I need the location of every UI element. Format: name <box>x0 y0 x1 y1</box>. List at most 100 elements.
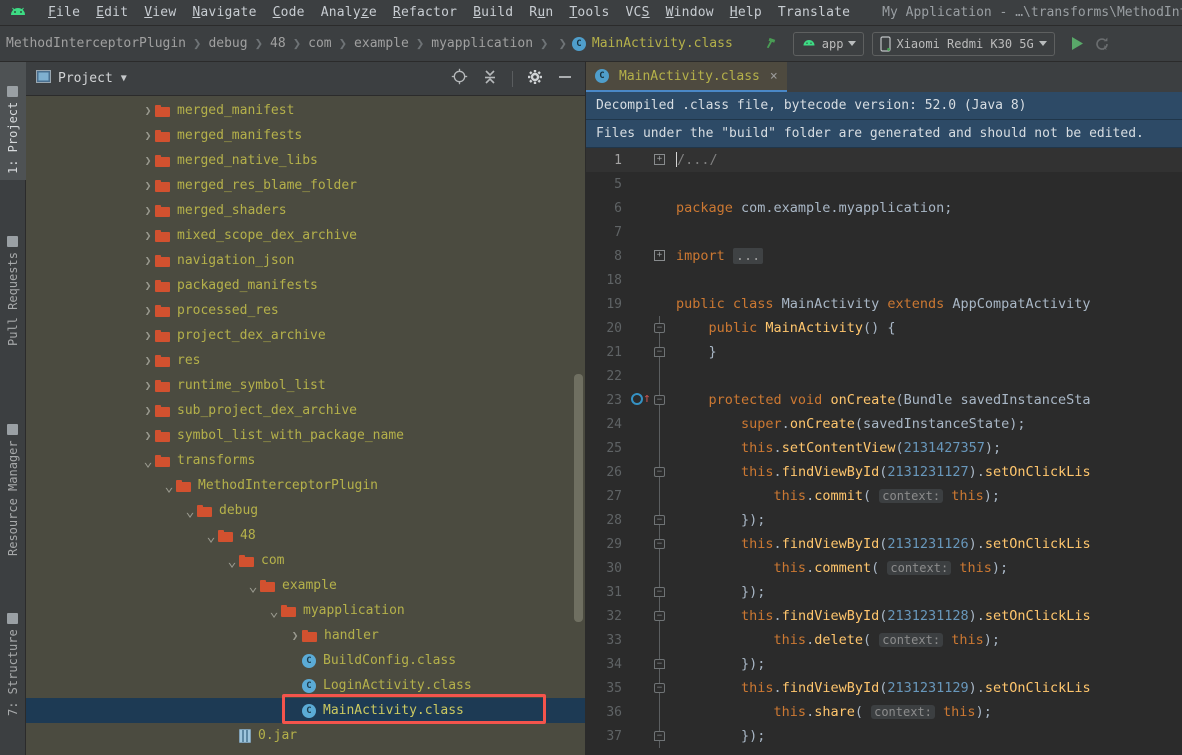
project-tree[interactable]: ❯ merged_manifest ❯ merged_manifests ❯ merged… <box>26 96 585 755</box>
chevron-right-icon[interactable]: ❯ <box>141 404 155 417</box>
tree-node-symbol-list-with-package-name[interactable]: ❯ symbol_list_with_package_name <box>26 423 585 448</box>
collapse-all-icon[interactable] <box>482 69 498 89</box>
device-selector[interactable]: Xiaomi Redmi K30 5G <box>872 31 1055 56</box>
tree-node-navigation-json[interactable]: ❯ navigation_json <box>26 248 585 273</box>
fold-collapse-icon[interactable]: − <box>654 611 665 621</box>
tree-node-merged-native-libs[interactable]: ❯ merged_native_libs <box>26 148 585 173</box>
chevron-right-icon[interactable]: ❯ <box>141 279 155 292</box>
fold-gutter[interactable]: − <box>650 580 670 604</box>
tree-node-merged-manifests[interactable]: ❯ merged_manifests <box>26 123 585 148</box>
code-line[interactable]: 22 <box>586 364 1182 388</box>
chevron-right-icon[interactable]: ❯ <box>141 304 155 317</box>
tree-node-myapplication[interactable]: ⌄ myapplication <box>26 598 585 623</box>
tree-node-merged-res-blame-folder[interactable]: ❯ merged_res_blame_folder <box>26 173 585 198</box>
fold-gutter[interactable]: − <box>650 652 670 676</box>
fold-gutter[interactable]: + <box>650 148 670 172</box>
chevron-right-icon[interactable]: ❯ <box>141 379 155 392</box>
tree-node-loginactivity-class[interactable]: C LoginActivity.class <box>26 673 585 698</box>
chevron-down-icon[interactable]: ⌄ <box>162 477 176 495</box>
code-line[interactable]: 20 − public MainActivity() { <box>586 316 1182 340</box>
tool-tab-pull-requests[interactable]: Pull Requests <box>0 212 26 352</box>
chevron-down-icon[interactable]: ⌄ <box>267 602 281 620</box>
code-line[interactable]: 31 − }); <box>586 580 1182 604</box>
code-line[interactable]: 34 − }); <box>586 652 1182 676</box>
tree-node-mixed-scope-dex-archive[interactable]: ❯ mixed_scope_dex_archive <box>26 223 585 248</box>
menu-item-translate[interactable]: Translate <box>770 3 858 22</box>
menu-item-view[interactable]: View <box>136 3 184 22</box>
menu-item-refactor[interactable]: Refactor <box>385 3 465 22</box>
tree-node-mainactivity-class[interactable]: C MainActivity.class <box>26 698 585 723</box>
code-line[interactable]: 29 − this.findViewById(2131231126).setOnC… <box>586 532 1182 556</box>
code-line[interactable]: 30 this.comment( context: this); <box>586 556 1182 580</box>
fold-collapse-icon[interactable]: − <box>654 539 665 549</box>
menu-item-run[interactable]: Run <box>521 3 561 22</box>
tool-tab-structure[interactable]: 7: Structure <box>0 592 26 722</box>
tree-node-project-dex-archive[interactable]: ❯ project_dex_archive <box>26 323 585 348</box>
chevron-right-icon[interactable]: ❯ <box>141 204 155 217</box>
code-line[interactable]: 5 <box>586 172 1182 196</box>
code-line[interactable]: 7 <box>586 220 1182 244</box>
fold-collapse-end-icon[interactable]: − <box>654 515 665 525</box>
tree-node-merged-manifest[interactable]: ❯ merged_manifest <box>26 98 585 123</box>
hammer-icon[interactable] <box>759 32 787 56</box>
code-line[interactable]: 37 − }); <box>586 724 1182 748</box>
breadcrumb-item-com[interactable]: com <box>306 36 333 51</box>
override-marker-icon[interactable]: ↑ <box>628 388 651 412</box>
tree-node-buildconfig-class[interactable]: C BuildConfig.class <box>26 648 585 673</box>
fold-collapse-end-icon[interactable]: − <box>654 659 665 669</box>
chevron-right-icon[interactable]: ❯ <box>141 429 155 442</box>
tree-node-example[interactable]: ⌄ example <box>26 573 585 598</box>
menu-item-analyze[interactable]: Analyze <box>313 3 385 22</box>
code-line[interactable]: 8 + import ... <box>586 244 1182 268</box>
fold-gutter[interactable]: − <box>650 676 670 700</box>
fold-gutter[interactable]: − <box>650 340 670 364</box>
chevron-right-icon[interactable]: ❯ <box>141 229 155 242</box>
code-line[interactable]: 19 public class MainActivity extends AppC… <box>586 292 1182 316</box>
fold-collapse-icon[interactable]: − <box>654 683 665 693</box>
chevron-down-icon[interactable]: ⌄ <box>246 577 260 595</box>
tree-node-res[interactable]: ❯ res <box>26 348 585 373</box>
tool-tab-project[interactable]: 1: Project <box>0 62 26 180</box>
code-line[interactable]: 6 package com.example.myapplication; <box>586 196 1182 220</box>
code-line[interactable]: 36 this.share( context: this); <box>586 700 1182 724</box>
fold-gutter[interactable]: − <box>650 388 670 412</box>
tree-node-methodinterceptorplugin[interactable]: ⌄ MethodInterceptorPlugin <box>26 473 585 498</box>
code-line[interactable]: 32 − this.findViewById(2131231128).setOnC… <box>586 604 1182 628</box>
tool-tab-favorites[interactable]: Favorites <box>0 742 26 755</box>
chevron-down-icon[interactable]: ⌄ <box>183 502 197 520</box>
close-icon[interactable]: × <box>770 69 778 84</box>
tree-node-processed-res[interactable]: ❯ processed_res <box>26 298 585 323</box>
rerun-icon[interactable]: A <box>1089 32 1115 56</box>
fold-collapse-end-icon[interactable]: − <box>654 347 665 357</box>
menu-item-tools[interactable]: Tools <box>561 3 617 22</box>
chevron-down-icon[interactable]: ⌄ <box>225 552 239 570</box>
fold-expand-icon[interactable]: + <box>654 250 665 261</box>
tree-node-packaged-manifests[interactable]: ❯ packaged_manifests <box>26 273 585 298</box>
settings-gear-icon[interactable] <box>527 69 543 89</box>
code-viewer[interactable]: 1 + /.../ 5 6 package com.example.myapplicati… <box>586 148 1182 755</box>
code-line[interactable]: 24 super.onCreate(savedInstanceState); <box>586 412 1182 436</box>
breadcrumb-item-example[interactable]: example <box>352 36 411 51</box>
breadcrumb-item-methodinterceptorplugin[interactable]: MethodInterceptorPlugin <box>4 36 188 51</box>
chevron-right-icon[interactable]: ❯ <box>141 329 155 342</box>
fold-collapse-icon[interactable]: − <box>654 323 665 333</box>
tree-node-sub-project-dex-archive[interactable]: ❯ sub_project_dex_archive <box>26 398 585 423</box>
chevron-right-icon[interactable]: ❯ <box>141 104 155 117</box>
code-line[interactable]: 33 this.delete( context: this); <box>586 628 1182 652</box>
run-play-icon[interactable] <box>1065 32 1089 56</box>
code-line[interactable]: 26 − this.findViewById(2131231127).setOnC… <box>586 460 1182 484</box>
tool-tab-resource-manager[interactable]: Resource Manager <box>0 392 26 562</box>
chevron-right-icon[interactable]: ❯ <box>288 629 302 642</box>
chevron-down-icon[interactable]: ⌄ <box>141 452 155 470</box>
chevron-right-icon[interactable]: ❯ <box>141 154 155 167</box>
tree-node-debug[interactable]: ⌄ debug <box>26 498 585 523</box>
tree-node-merged-shaders[interactable]: ❯ merged_shaders <box>26 198 585 223</box>
run-configuration-selector[interactable]: app <box>792 31 865 56</box>
breadcrumb-item-debug[interactable]: debug <box>206 36 249 51</box>
locate-target-icon[interactable] <box>451 68 468 89</box>
menu-item-edit[interactable]: Edit <box>88 3 136 22</box>
code-line[interactable]: 21 − } <box>586 340 1182 364</box>
fold-collapse-icon[interactable]: − <box>654 395 665 405</box>
chevron-down-icon[interactable]: ⌄ <box>204 527 218 545</box>
menu-item-code[interactable]: Code <box>265 3 313 22</box>
